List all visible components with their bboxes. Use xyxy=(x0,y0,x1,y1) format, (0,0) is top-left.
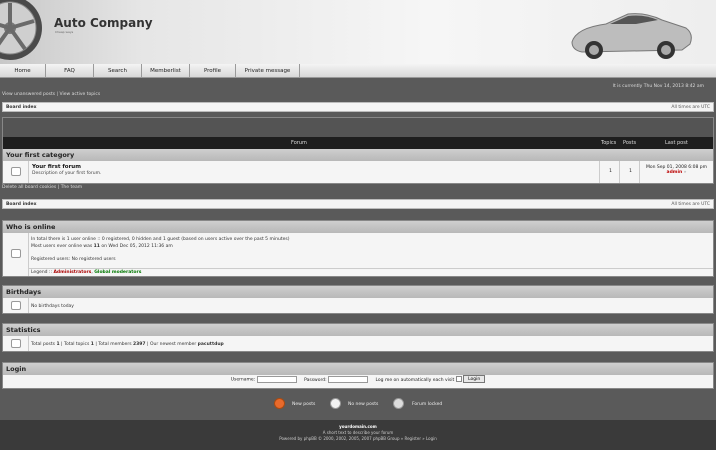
timezone-text: All times are UTC xyxy=(671,202,710,207)
login-form: Username: Password: Log me on automatica… xyxy=(3,375,713,386)
legend-moderators-link[interactable]: Global moderators xyxy=(94,270,141,275)
username-input[interactable] xyxy=(256,375,297,383)
register-link[interactable]: Register xyxy=(405,436,421,441)
separator: | xyxy=(57,185,60,190)
forum-title-link[interactable]: Your first forum xyxy=(32,164,81,170)
unanswered-posts-link[interactable]: View unanswered posts xyxy=(2,92,55,97)
nav-search[interactable]: Search xyxy=(94,64,142,78)
last-post-user-link[interactable]: admin xyxy=(667,170,683,175)
login-heading: Login xyxy=(3,363,713,375)
powered-by-text[interactable]: Powered by phpBB © 2000, 2002, 2005, 200… xyxy=(279,436,399,441)
category-title[interactable]: Your first category xyxy=(3,149,713,161)
view-latest-post-icon[interactable]: » xyxy=(684,170,687,175)
footer-powered-line: Powered by phpBB © 2000, 2002, 2005, 200… xyxy=(0,436,716,442)
no-new-posts-label: No new posts xyxy=(348,402,379,407)
separator: | xyxy=(56,92,59,97)
wheel-logo-icon xyxy=(0,0,42,60)
forum-table-header: Forum Topics Posts Last post xyxy=(3,137,713,149)
online-icon-cell xyxy=(3,233,29,276)
password-input[interactable] xyxy=(328,375,369,383)
statistics-heading: Statistics xyxy=(3,324,713,336)
nav-private-message[interactable]: Private message xyxy=(236,64,300,78)
board-index-link[interactable]: Board index xyxy=(6,202,37,207)
birthdays-section: Birthdays No birthdays today xyxy=(2,285,714,314)
breadcrumb-top: Board index All times are UTC xyxy=(2,102,714,112)
statistics-section: Statistics Total posts 1 | Total topics … xyxy=(2,323,714,352)
site-subtitle: Cheap ways xyxy=(55,30,74,34)
new-posts-icon xyxy=(274,398,285,409)
col-last-post: Last post xyxy=(665,140,688,146)
site-title[interactable]: Auto Company xyxy=(54,16,153,30)
birthdays-heading: Birthdays xyxy=(3,286,713,298)
stat-label: Total posts xyxy=(31,342,57,347)
stat-label: | Total topics xyxy=(59,342,91,347)
registered-users: Registered users: No registered users xyxy=(31,257,116,262)
birthdays-text: No birthdays today xyxy=(31,304,74,309)
record-pre: Most users ever online was xyxy=(31,244,94,249)
forum-row: Your first forum Description of your fir… xyxy=(3,161,713,183)
who-is-online-section: Who is online In total there is 1 user o… xyxy=(2,220,714,277)
breadcrumb-bottom: Board index All times are UTC xyxy=(2,199,714,209)
main-nav: Home FAQ Search Memberlist Profile Private me… xyxy=(0,64,716,78)
site-header: Auto Company Cheap ways xyxy=(0,0,716,64)
nav-faq[interactable]: FAQ xyxy=(46,64,94,78)
icon-legend: New posts No new posts Forum locked xyxy=(0,397,716,411)
current-datetime: It is currently Thu Nov 14, 2013 8:42 am xyxy=(612,84,704,89)
forum-description: Description of your first forum. xyxy=(32,171,102,176)
car-image xyxy=(571,13,692,59)
newest-member-link[interactable]: pacuttdup xyxy=(198,342,224,347)
forum-topics-count: 1 xyxy=(599,161,621,183)
legend-administrators-link[interactable]: Administrators xyxy=(53,270,91,275)
online-legend: Legend :: Administrators, Global moderat… xyxy=(29,268,713,276)
online-users-icon xyxy=(11,249,21,258)
stat-label: | Total members xyxy=(93,342,134,347)
birthday-icon-cell xyxy=(3,298,29,313)
stat-members: 2397 xyxy=(133,342,146,347)
top-links: View unanswered posts | View active topi… xyxy=(2,92,100,97)
timezone-text: All times are UTC xyxy=(671,105,710,110)
delete-cookies-link[interactable]: Delete all board cookies xyxy=(2,185,56,190)
team-link[interactable]: The team xyxy=(61,185,82,190)
site-footer: yourdomain.com A short text to describe … xyxy=(0,420,716,450)
forum-icon-cell xyxy=(3,161,29,183)
col-topics: Topics xyxy=(601,140,617,146)
stat-label: | Our newest member xyxy=(145,342,198,347)
who-is-online-heading[interactable]: Who is online xyxy=(3,221,713,233)
statistics-text: Total posts 1 | Total topics 1 | Total m… xyxy=(31,342,224,347)
no-new-posts-icon xyxy=(330,398,341,409)
login-button[interactable]: Login xyxy=(463,375,486,383)
col-forum: Forum xyxy=(291,140,307,146)
forum-posts-count: 1 xyxy=(619,161,641,183)
forum-read-icon xyxy=(11,167,21,176)
username-label: Username: xyxy=(230,377,256,383)
autologin-checkbox[interactable] xyxy=(455,376,462,382)
password-label: Password: xyxy=(304,377,327,383)
login-section: Login Username: Password: Log me on auto… xyxy=(2,362,714,389)
forum-locked-label: Forum locked xyxy=(412,402,443,407)
legend-label: Legend :: xyxy=(31,270,54,275)
record-post: on Wed Dec 05, 2012 11:36 am xyxy=(99,244,173,249)
forum-table-spacer xyxy=(3,118,713,137)
nav-home[interactable]: Home xyxy=(0,64,46,78)
nav-profile[interactable]: Profile xyxy=(190,64,236,78)
forum-locked-icon xyxy=(393,398,404,409)
statistics-icon-cell xyxy=(3,336,29,351)
board-links: Delete all board cookies | The team xyxy=(2,185,82,190)
forum-last-post: Mon Sep 01, 2008 6:08 pm admin » xyxy=(639,161,713,183)
board-index-link[interactable]: Board index xyxy=(6,105,37,110)
online-record: Most users ever online was 11 on Wed Dec… xyxy=(31,244,173,249)
forum-table: Forum Topics Posts Last post Your first … xyxy=(2,117,714,184)
statistics-icon xyxy=(11,339,21,348)
nav-memberlist[interactable]: Memberlist xyxy=(142,64,190,78)
online-total: In total there is 1 user online :: 0 reg… xyxy=(31,237,290,242)
footer-login-link[interactable]: Login xyxy=(426,436,437,441)
birthday-icon xyxy=(11,301,21,310)
col-posts: Posts xyxy=(623,140,637,146)
active-topics-link[interactable]: View active topics xyxy=(60,92,101,97)
autologin-label: Log me on automatically each visit xyxy=(375,377,455,383)
new-posts-label: New posts xyxy=(292,402,316,407)
